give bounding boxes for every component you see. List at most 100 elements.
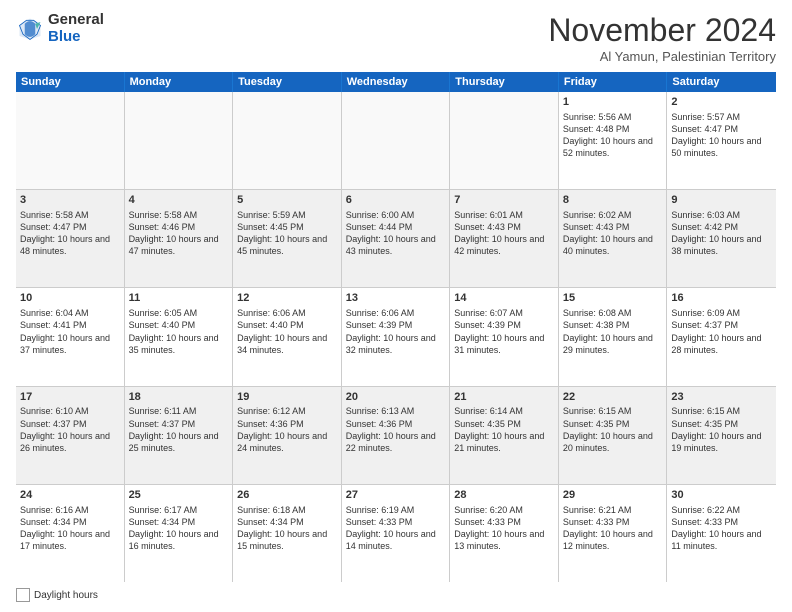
sunrise-text: Sunrise: 6:21 AM: [563, 504, 663, 516]
daylight-legend-box: [16, 588, 30, 602]
day-number: 18: [129, 390, 229, 405]
sunrise-text: Sunrise: 6:22 AM: [671, 504, 772, 516]
day-number: 1: [563, 95, 663, 110]
day-number: 24: [20, 488, 120, 503]
sunrise-text: Sunrise: 6:13 AM: [346, 405, 446, 417]
cal-cell: 15Sunrise: 6:08 AMSunset: 4:38 PMDayligh…: [559, 288, 668, 385]
sunrise-text: Sunrise: 6:04 AM: [20, 307, 120, 319]
sunset-text: Sunset: 4:43 PM: [454, 221, 554, 233]
footer: Daylight hours: [16, 588, 776, 602]
cal-cell: 22Sunrise: 6:15 AMSunset: 4:35 PMDayligh…: [559, 387, 668, 484]
cal-cell: 14Sunrise: 6:07 AMSunset: 4:39 PMDayligh…: [450, 288, 559, 385]
sunrise-text: Sunrise: 6:10 AM: [20, 405, 120, 417]
cal-cell: 12Sunrise: 6:06 AMSunset: 4:40 PMDayligh…: [233, 288, 342, 385]
sunrise-text: Sunrise: 5:59 AM: [237, 209, 337, 221]
day-number: 7: [454, 193, 554, 208]
cal-cell: 5Sunrise: 5:59 AMSunset: 4:45 PMDaylight…: [233, 190, 342, 287]
cal-cell: 25Sunrise: 6:17 AMSunset: 4:34 PMDayligh…: [125, 485, 234, 582]
sunset-text: Sunset: 4:37 PM: [671, 319, 772, 331]
cal-cell: 30Sunrise: 6:22 AMSunset: 4:33 PMDayligh…: [667, 485, 776, 582]
daylight-text: Daylight: 10 hours and 37 minutes.: [20, 332, 120, 356]
sunrise-text: Sunrise: 6:00 AM: [346, 209, 446, 221]
sunset-text: Sunset: 4:33 PM: [671, 516, 772, 528]
cal-cell: 24Sunrise: 6:16 AMSunset: 4:34 PMDayligh…: [16, 485, 125, 582]
cal-cell: 10Sunrise: 6:04 AMSunset: 4:41 PMDayligh…: [16, 288, 125, 385]
cal-week-4: 24Sunrise: 6:16 AMSunset: 4:34 PMDayligh…: [16, 485, 776, 582]
daylight-text: Daylight: 10 hours and 26 minutes.: [20, 430, 120, 454]
cal-cell: 13Sunrise: 6:06 AMSunset: 4:39 PMDayligh…: [342, 288, 451, 385]
cal-cell: [342, 92, 451, 189]
sunrise-text: Sunrise: 6:02 AM: [563, 209, 663, 221]
sunrise-text: Sunrise: 6:14 AM: [454, 405, 554, 417]
sunset-text: Sunset: 4:42 PM: [671, 221, 772, 233]
sunset-text: Sunset: 4:35 PM: [671, 418, 772, 430]
cal-cell: 11Sunrise: 6:05 AMSunset: 4:40 PMDayligh…: [125, 288, 234, 385]
day-number: 23: [671, 390, 772, 405]
day-number: 29: [563, 488, 663, 503]
day-number: 19: [237, 390, 337, 405]
day-number: 13: [346, 291, 446, 306]
day-number: 6: [346, 193, 446, 208]
month-title: November 2024: [548, 12, 776, 49]
daylight-text: Daylight: 10 hours and 17 minutes.: [20, 528, 120, 552]
cal-cell: 21Sunrise: 6:14 AMSunset: 4:35 PMDayligh…: [450, 387, 559, 484]
cal-cell: 2Sunrise: 5:57 AMSunset: 4:47 PMDaylight…: [667, 92, 776, 189]
daylight-text: Daylight: 10 hours and 21 minutes.: [454, 430, 554, 454]
page: General Blue November 2024 Al Yamun, Pal…: [0, 0, 792, 612]
location: Al Yamun, Palestinian Territory: [548, 49, 776, 64]
daylight-text: Daylight: 10 hours and 40 minutes.: [563, 233, 663, 257]
sunset-text: Sunset: 4:39 PM: [454, 319, 554, 331]
daylight-text: Daylight: 10 hours and 42 minutes.: [454, 233, 554, 257]
logo: General Blue: [16, 12, 104, 45]
sunset-text: Sunset: 4:36 PM: [237, 418, 337, 430]
daylight-text: Daylight: 10 hours and 43 minutes.: [346, 233, 446, 257]
cal-cell: [450, 92, 559, 189]
sunset-text: Sunset: 4:40 PM: [129, 319, 229, 331]
day-number: 17: [20, 390, 120, 405]
sunrise-text: Sunrise: 6:18 AM: [237, 504, 337, 516]
cal-cell: 6Sunrise: 6:00 AMSunset: 4:44 PMDaylight…: [342, 190, 451, 287]
cal-cell: [125, 92, 234, 189]
sunrise-text: Sunrise: 6:06 AM: [346, 307, 446, 319]
day-number: 11: [129, 291, 229, 306]
sunrise-text: Sunrise: 6:20 AM: [454, 504, 554, 516]
daylight-text: Daylight: 10 hours and 12 minutes.: [563, 528, 663, 552]
cal-cell: 27Sunrise: 6:19 AMSunset: 4:33 PMDayligh…: [342, 485, 451, 582]
daylight-text: Daylight: 10 hours and 45 minutes.: [237, 233, 337, 257]
sunrise-text: Sunrise: 6:01 AM: [454, 209, 554, 221]
sunrise-text: Sunrise: 5:58 AM: [129, 209, 229, 221]
sunset-text: Sunset: 4:47 PM: [671, 123, 772, 135]
daylight-text: Daylight: 10 hours and 19 minutes.: [671, 430, 772, 454]
sunset-text: Sunset: 4:45 PM: [237, 221, 337, 233]
sunset-text: Sunset: 4:33 PM: [563, 516, 663, 528]
logo-icon: [16, 15, 44, 43]
cal-header-tuesday: Tuesday: [233, 72, 342, 92]
daylight-text: Daylight: 10 hours and 28 minutes.: [671, 332, 772, 356]
day-number: 8: [563, 193, 663, 208]
cal-week-0: 1Sunrise: 5:56 AMSunset: 4:48 PMDaylight…: [16, 92, 776, 190]
cal-header-thursday: Thursday: [450, 72, 559, 92]
calendar: SundayMondayTuesdayWednesdayThursdayFrid…: [16, 72, 776, 582]
sunset-text: Sunset: 4:33 PM: [346, 516, 446, 528]
sunset-text: Sunset: 4:34 PM: [20, 516, 120, 528]
sunset-text: Sunset: 4:35 PM: [563, 418, 663, 430]
cal-cell: 26Sunrise: 6:18 AMSunset: 4:34 PMDayligh…: [233, 485, 342, 582]
calendar-body: 1Sunrise: 5:56 AMSunset: 4:48 PMDaylight…: [16, 92, 776, 582]
day-number: 10: [20, 291, 120, 306]
sunset-text: Sunset: 4:33 PM: [454, 516, 554, 528]
day-number: 21: [454, 390, 554, 405]
cal-week-1: 3Sunrise: 5:58 AMSunset: 4:47 PMDaylight…: [16, 190, 776, 288]
cal-header-wednesday: Wednesday: [342, 72, 451, 92]
daylight-text: Daylight: 10 hours and 38 minutes.: [671, 233, 772, 257]
cal-cell: [16, 92, 125, 189]
sunrise-text: Sunrise: 6:19 AM: [346, 504, 446, 516]
daylight-text: Daylight: 10 hours and 47 minutes.: [129, 233, 229, 257]
cal-header-sunday: Sunday: [16, 72, 125, 92]
daylight-text: Daylight: 10 hours and 52 minutes.: [563, 135, 663, 159]
daylight-text: Daylight: 10 hours and 22 minutes.: [346, 430, 446, 454]
sunset-text: Sunset: 4:35 PM: [454, 418, 554, 430]
day-number: 27: [346, 488, 446, 503]
sunrise-text: Sunrise: 6:15 AM: [563, 405, 663, 417]
daylight-text: Daylight: 10 hours and 50 minutes.: [671, 135, 772, 159]
daylight-text: Daylight: 10 hours and 29 minutes.: [563, 332, 663, 356]
